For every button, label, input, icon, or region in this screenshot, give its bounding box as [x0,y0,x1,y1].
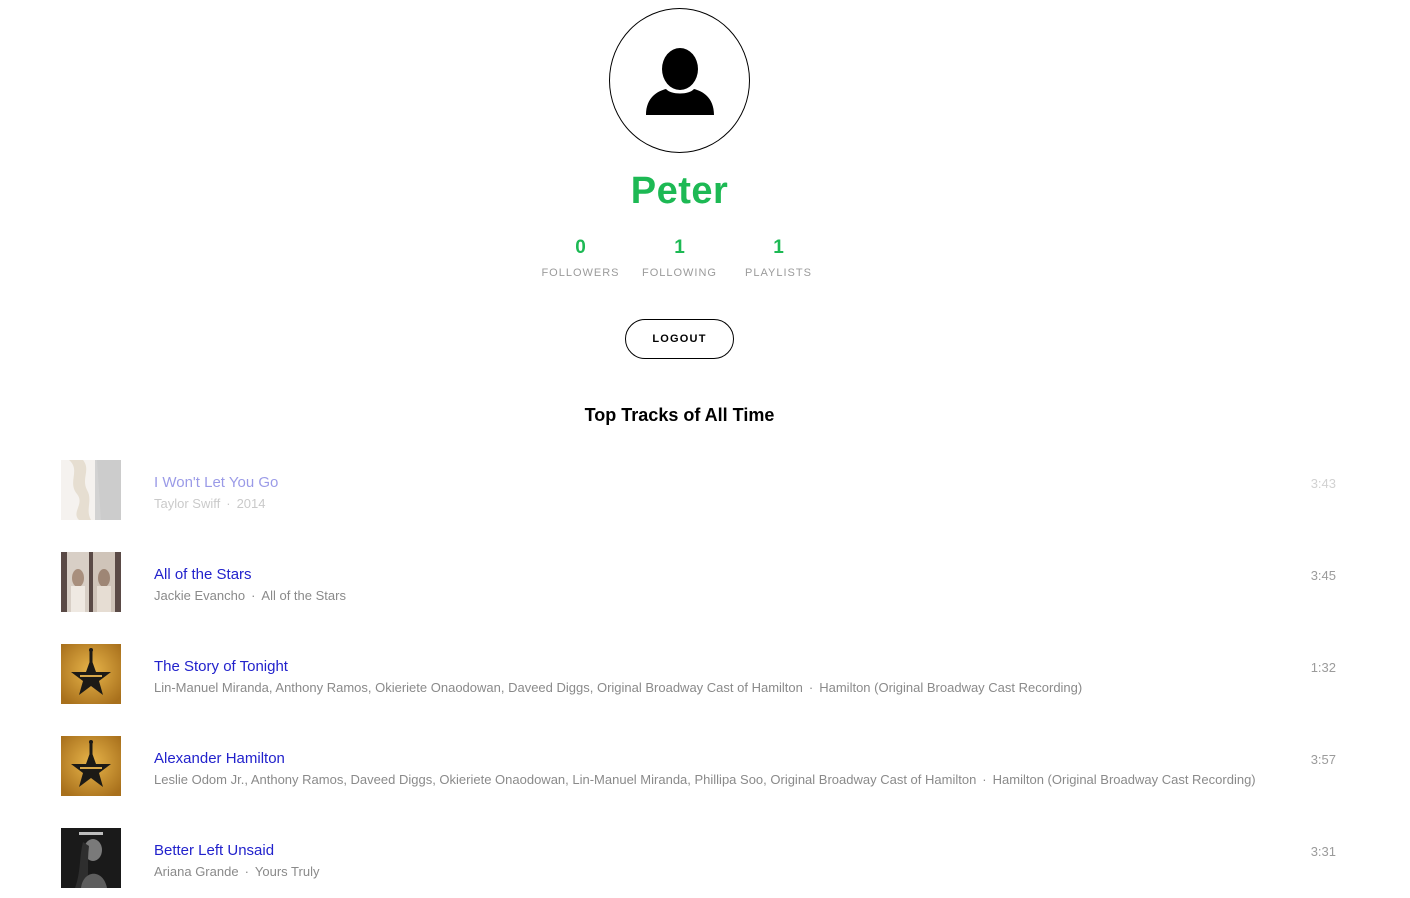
profile-page: Peter 0 FOLLOWERS 1 FOLLOWING 1 PLAYLIST… [0,0,1410,898]
avatar [609,8,750,153]
logout-button[interactable]: LOGOUT [625,319,734,359]
track-list: I Won't Let You Go Taylor Swiff · 2014 3:4… [61,460,1341,898]
track-duration: 3:43 [1310,476,1336,491]
track-duration: 3:57 [1310,752,1336,767]
track-name-link[interactable]: The Story of Tonight [154,658,288,676]
track-album: 2014 [236,496,266,511]
track-album: Hamilton (Original Broadway Cast Recordi… [819,680,1083,695]
album-cover-i-wont-let-you-go[interactable] [61,460,121,520]
track-meta: Jackie Evancho · All of the Stars [154,588,346,604]
album-cover-hamilton[interactable] [61,736,121,796]
user-silhouette-icon [645,47,714,115]
track-meta: Ariana Grande · Yours Truly [154,864,319,880]
track-meta: Leslie Odom Jr., Anthony Ramos, Daveed D… [154,772,1256,788]
track-album: Hamilton (Original Broadway Cast Recordi… [992,772,1256,787]
track-row[interactable]: All of the Stars Jackie Evancho · All of t… [61,552,1341,644]
album-cover-all-of-the-stars[interactable] [61,552,121,612]
track-name-link[interactable]: Alexander Hamilton [154,750,285,768]
track-row[interactable]: Alexander Hamilton Leslie Odom Jr., Anth… [61,736,1341,828]
meta-separator: · [982,772,987,787]
track-name-link[interactable]: All of the Stars [154,566,252,584]
track-duration: 3:45 [1310,568,1336,583]
track-album: All of the Stars [261,588,346,603]
meta-separator: · [226,496,231,511]
track-duration: 3:31 [1310,844,1336,859]
album-cover-hamilton[interactable] [61,644,121,704]
track-meta: Lin-Manuel Miranda, Anthony Ramos, Okier… [154,680,1082,696]
track-row[interactable]: I Won't Let You Go Taylor Swiff · 2014 3:4… [61,460,1341,552]
stat-label: PLAYLISTS [745,267,812,279]
track-artists: Leslie Odom Jr., Anthony Ramos, Daveed D… [154,772,977,787]
stat-value: 1 [674,237,685,258]
track-artists: Lin-Manuel Miranda, Anthony Ramos, Okier… [154,680,803,695]
profile-name: Peter [630,170,729,212]
meta-separator: · [251,588,256,603]
stat-label: FOLLOWERS [541,267,620,279]
stat-playlists[interactable]: 1 PLAYLISTS [729,236,828,279]
track-meta: Taylor Swiff · 2014 [154,496,278,512]
track-duration: 1:32 [1310,660,1336,675]
section-title: Top Tracks of All Time [584,405,775,425]
track-info: Alexander Hamilton Leslie Odom Jr., Anth… [154,736,1256,788]
track-info: The Story of Tonight Lin-Manuel Miranda,… [154,644,1082,696]
track-album: Yours Truly [254,864,320,879]
track-artists: Taylor Swiff [154,496,221,511]
track-artists: Jackie Evancho [154,588,246,603]
track-row[interactable]: The Story of Tonight Lin-Manuel Miranda,… [61,644,1341,736]
track-name-link[interactable]: Better Left Unsaid [154,842,274,860]
meta-separator: · [244,864,249,879]
track-info: Better Left Unsaid Ariana Grande · Yours T… [154,828,319,880]
stat-label: FOLLOWING [641,267,717,279]
stat-following[interactable]: 1 FOLLOWING [630,236,729,279]
track-row[interactable]: Better Left Unsaid Ariana Grande · Yours T… [61,828,1341,898]
stat-followers[interactable]: 0 FOLLOWERS [531,236,630,279]
track-info: All of the Stars Jackie Evancho · All of t… [154,552,346,604]
stat-value: 1 [773,237,784,258]
stat-value: 0 [575,237,586,258]
track-info: I Won't Let You Go Taylor Swiff · 2014 [154,460,278,512]
track-artists: Ariana Grande [154,864,239,879]
album-cover-yours-truly[interactable] [61,828,121,888]
profile-stats: 0 FOLLOWERS 1 FOLLOWING 1 PLAYLISTS [0,236,1359,279]
meta-separator: · [808,680,814,695]
track-name-link[interactable]: I Won't Let You Go [154,474,278,492]
